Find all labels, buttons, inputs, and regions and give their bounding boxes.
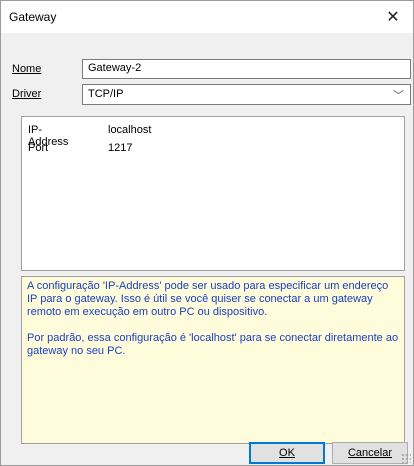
help-paragraph-1: A configuração 'IP-Address' pode ser usa… — [27, 280, 389, 318]
property-value: localhost — [108, 124, 152, 136]
properties-list[interactable]: IP-Address localhost Port 1217 — [21, 116, 405, 271]
property-name: Port — [28, 142, 49, 154]
name-label: Nome — [12, 63, 42, 75]
driver-value: TCP/IP — [88, 88, 124, 100]
gateway-dialog: Gateway ✕ Nome Gateway-2 Driver TCP/IP ﹀… — [0, 0, 414, 466]
name-field[interactable]: Gateway-2 — [82, 59, 411, 79]
window-title: Gateway — [9, 10, 57, 24]
title-bar: Gateway ✕ — [1, 1, 413, 33]
help-paragraph-2: Por padrão, essa configuração é 'localho… — [27, 332, 399, 357]
driver-select[interactable]: TCP/IP ﹀ — [82, 84, 411, 105]
chevron-down-icon: ﹀ — [393, 90, 404, 102]
property-value: 1217 — [108, 142, 133, 154]
help-panel: A configuração 'IP-Address' pode ser usa… — [21, 276, 405, 444]
resize-grip[interactable] — [401, 453, 411, 463]
ok-button[interactable]: OK — [249, 442, 325, 464]
cancel-button[interactable]: Cancelar — [332, 442, 408, 464]
close-icon: ✕ — [386, 9, 400, 26]
driver-label: Driver — [12, 88, 42, 100]
close-button[interactable]: ✕ — [373, 1, 413, 33]
